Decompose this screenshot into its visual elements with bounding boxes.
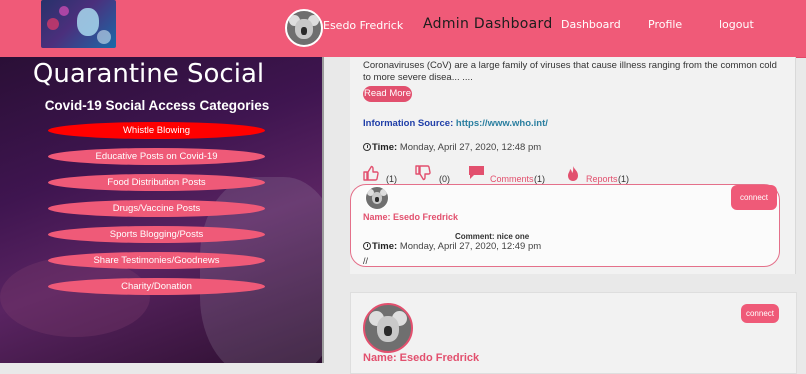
- comments-count: (1): [534, 174, 545, 184]
- dislike-count: (0): [439, 174, 450, 184]
- post-time-label: Time:: [372, 142, 398, 153]
- nav-logout-link[interactable]: logout: [719, 18, 754, 31]
- post-author-avatar[interactable]: [363, 303, 413, 353]
- information-source-label: Information Source:: [363, 118, 454, 129]
- comment-time-label: Time:: [372, 241, 398, 252]
- information-source: Information Source: https://www.who.int/: [363, 118, 548, 129]
- comment-box: [350, 184, 780, 267]
- category-whistle-blowing[interactable]: Whistle Blowing: [48, 122, 265, 139]
- category-share-testimonies[interactable]: Share Testimonies/Goodnews: [48, 252, 265, 269]
- information-source-link[interactable]: https://www.who.int/: [456, 118, 548, 129]
- reports-link[interactable]: Reports: [586, 174, 618, 184]
- sidebar-divider: [322, 57, 324, 363]
- nav-profile-link[interactable]: Profile: [648, 18, 682, 31]
- connect-button[interactable]: connect: [731, 185, 777, 210]
- user-avatar[interactable]: [285, 9, 323, 47]
- clock-icon: [363, 242, 371, 250]
- connect-button-2[interactable]: connect: [741, 304, 779, 323]
- post-description: Coronaviruses (CoV) are a large family o…: [363, 60, 777, 83]
- admin-dashboard-label: Admin Dashboard: [423, 16, 553, 32]
- like-count: (1): [386, 174, 397, 184]
- comments-link[interactable]: Comments: [490, 174, 534, 184]
- category-sports-blogging[interactable]: Sports Blogging/Posts: [48, 226, 265, 243]
- nav-dashboard-link[interactable]: Dashboard: [561, 18, 621, 31]
- clock-icon: [363, 143, 371, 151]
- fire-icon[interactable]: [565, 165, 581, 182]
- comment-trailer: //: [363, 256, 369, 266]
- category-charity-donation[interactable]: Charity/Donation: [48, 278, 265, 295]
- category-food-distribution[interactable]: Food Distribution Posts: [48, 174, 265, 191]
- dislike-icon[interactable]: [415, 165, 431, 181]
- read-more-button[interactable]: Read More: [363, 86, 412, 102]
- like-icon[interactable]: [363, 165, 379, 181]
- category-educative-posts[interactable]: Educative Posts on Covid-19: [48, 148, 265, 165]
- content-gutter: [322, 57, 350, 363]
- post-author-name[interactable]: Name: Esedo Fredrick: [363, 352, 479, 364]
- top-navbar: Esedo Fredrick Admin Dashboard Dashboard…: [0, 0, 806, 58]
- sidebar: Quarantine Social Covid-19 Social Access…: [0, 57, 322, 363]
- category-drugs-vaccine[interactable]: Drugs/Vaccine Posts: [48, 200, 265, 217]
- site-logo[interactable]: [41, 0, 116, 48]
- comment-time-value: Monday, April 27, 2020, 12:49 pm: [399, 241, 542, 252]
- commenter-avatar[interactable]: [365, 186, 389, 210]
- comment-time: Time: Monday, April 27, 2020, 12:49 pm: [363, 241, 541, 252]
- post-time-value: Monday, April 27, 2020, 12:48 pm: [399, 142, 542, 153]
- sidebar-subtitle: Covid-19 Social Access Categories: [44, 98, 270, 113]
- post-time: Time: Monday, April 27, 2020, 12:48 pm: [363, 142, 541, 153]
- reports-count: (1): [618, 174, 629, 184]
- commenter-name[interactable]: Name: Esedo Fredrick: [363, 212, 458, 222]
- comment-icon[interactable]: [468, 165, 485, 180]
- sidebar-title: Quarantine Social: [32, 59, 265, 89]
- comment-text: Comment: nice one: [455, 232, 530, 241]
- user-name[interactable]: Esedo Fredrick: [323, 19, 403, 32]
